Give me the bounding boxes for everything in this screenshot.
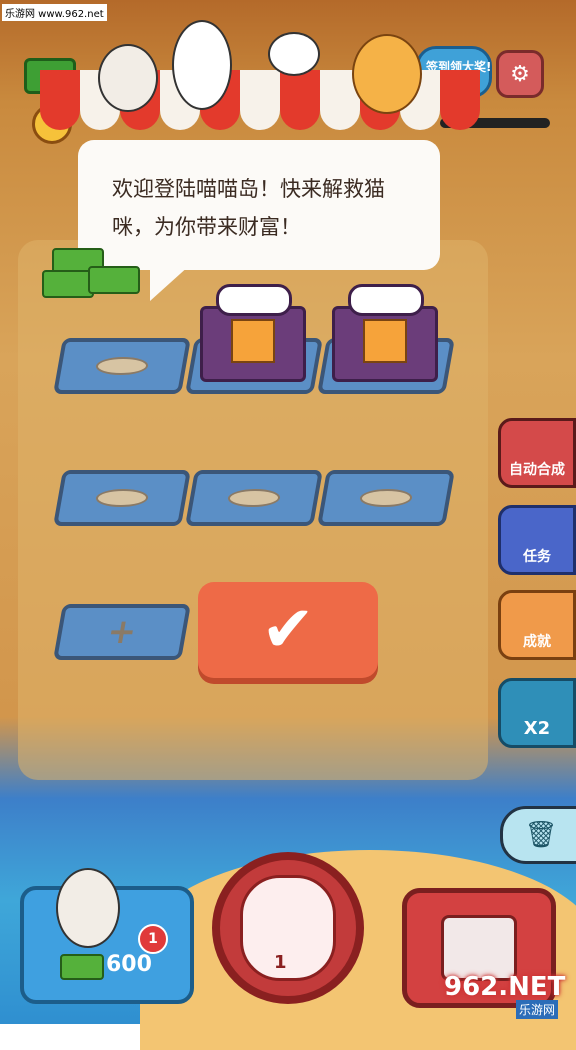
buy-price: 600 [106,952,152,977]
cat-gift-box[interactable] [332,306,438,382]
board-slot[interactable] [185,470,323,526]
site-watermark: 乐游网 www.962.net [2,4,107,21]
golden-king-cat [352,34,422,114]
checkmark-icon: ✔ [261,593,315,667]
gear-icon: ⚙ [510,61,530,87]
board-slot[interactable] [53,338,191,394]
buy-level-badge: 1 [138,924,168,954]
paw-icon [240,875,336,981]
white-cat [268,32,320,76]
welcome-message: 欢迎登陆喵喵岛！快来解救猫咪，为你带来财富！ [112,177,385,239]
paw-icon [348,284,424,316]
settings-button[interactable]: ⚙ [496,50,544,98]
cash-icon [60,954,104,980]
paw-count: 1 [274,952,287,973]
auto-merge-button[interactable]: 自动合成 [498,418,576,488]
plus-icon: + [104,612,140,652]
cat-gift-box[interactable] [200,306,306,382]
fish-icon [226,489,282,507]
tuxedo-cat [172,20,232,110]
trash-icon: 🗑 [524,820,558,850]
bubble-tail [150,265,190,301]
paw-summon-button[interactable] [212,852,364,1004]
trash-button[interactable]: 🗑 [500,806,576,864]
fish-icon [358,489,414,507]
board-slot[interactable] [317,470,455,526]
board-slot[interactable] [53,470,191,526]
calico-cat [98,44,158,112]
paw-icon [216,284,292,316]
tasks-button[interactable]: 任务 [498,505,576,575]
fish-icon [94,357,150,375]
achievements-button[interactable]: 成就 [498,590,576,660]
tasks-label: 任务 [523,549,551,565]
brand-logo: 962.NET [444,972,566,1002]
money-stack-icon [42,242,142,302]
calico-cat-icon [56,868,120,948]
add-slot-button[interactable]: + [53,604,191,660]
auto-merge-label: 自动合成 [509,462,565,478]
fish-icon [94,489,150,507]
double-label: X2 [523,718,551,739]
achievements-label: 成就 [523,634,551,650]
brand-logo-sub: 乐游网 [516,1000,559,1019]
double-income-button[interactable]: X2 [498,678,576,748]
confirm-button[interactable]: ✔ [198,582,378,678]
